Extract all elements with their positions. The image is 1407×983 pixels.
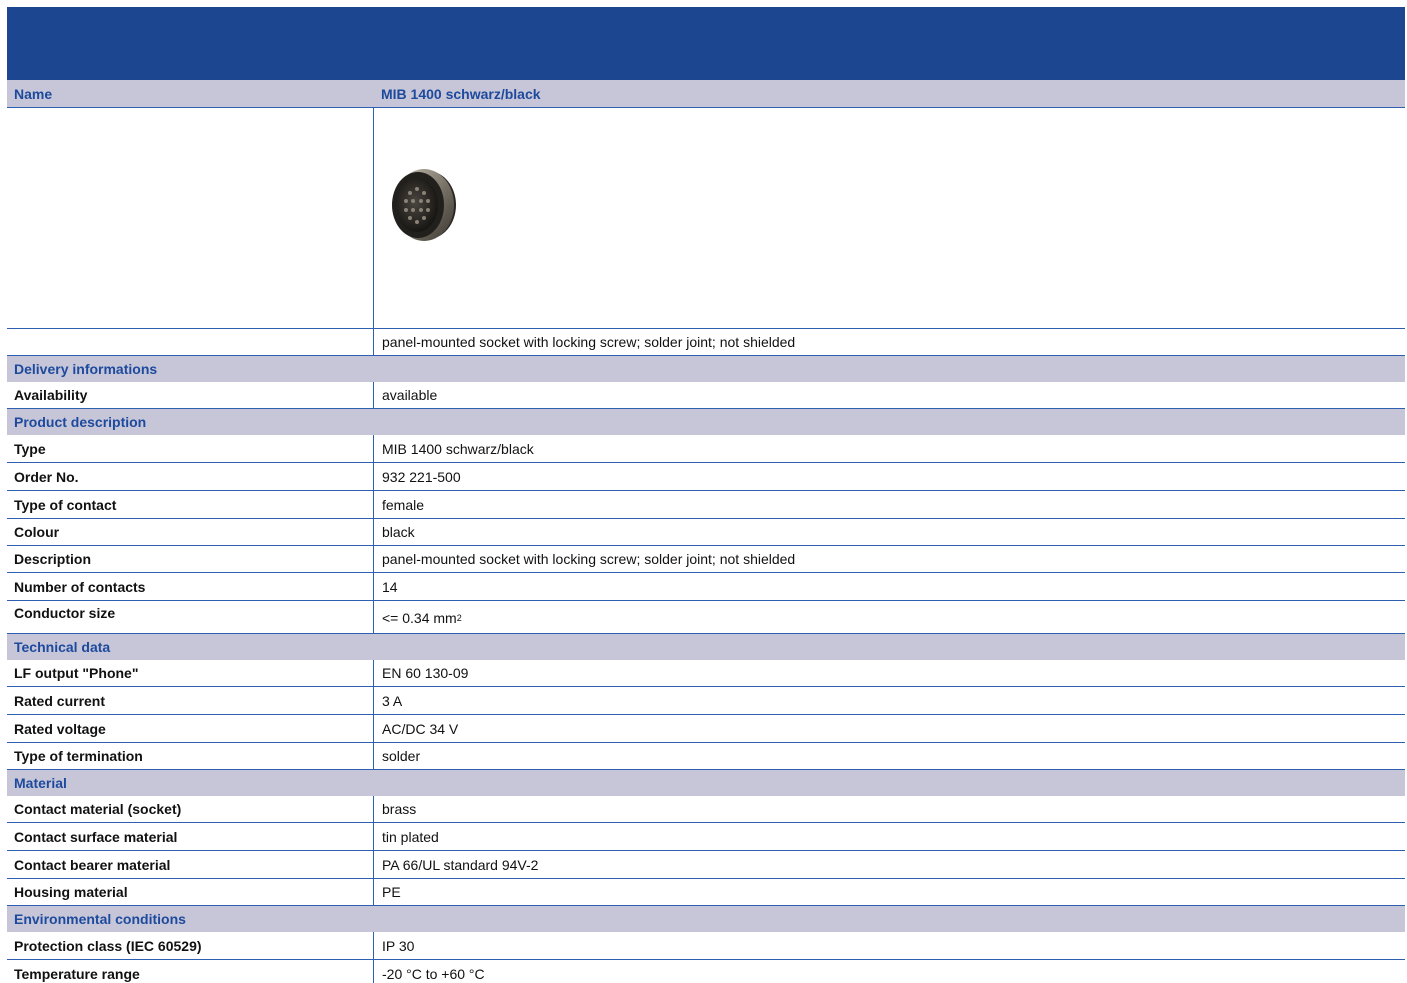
spec-label: Type of termination bbox=[14, 748, 143, 764]
spec-value: brass bbox=[373, 796, 1405, 822]
circular-connector-socket-image bbox=[392, 169, 456, 241]
datasheet-page: Name MIB 1400 schwarz/black panel-mounte… bbox=[0, 0, 1407, 983]
product-image-row bbox=[7, 108, 1405, 329]
spec-label: Contact bearer material bbox=[14, 856, 171, 873]
spec-row: Availability available bbox=[7, 382, 1405, 409]
spec-value: -20 °C to +60 °C bbox=[373, 960, 1405, 983]
section-environment: Environmental conditions bbox=[7, 906, 1405, 932]
spec-row: Order No. 932 221-500 bbox=[7, 463, 1405, 491]
spec-value: MIB 1400 schwarz/black bbox=[373, 435, 1405, 462]
spec-label: Contact surface material bbox=[14, 828, 178, 845]
spec-row: Type MIB 1400 schwarz/black bbox=[7, 435, 1405, 463]
spec-label: Availability bbox=[14, 387, 88, 403]
spec-value: solder bbox=[373, 743, 1405, 769]
spec-value: <= 0.34 mm 2 bbox=[373, 601, 1405, 633]
spec-label: Conductor size bbox=[14, 605, 116, 621]
section-material: Material bbox=[7, 770, 1405, 796]
spec-row: Type of termination solder bbox=[7, 743, 1405, 770]
spec-label: LF output "Phone" bbox=[14, 665, 139, 681]
spec-label: Number of contacts bbox=[14, 578, 146, 595]
spec-row: Description panel-mounted socket with lo… bbox=[7, 546, 1405, 573]
spec-value: panel-mounted socket with locking screw;… bbox=[373, 546, 1405, 572]
spec-label: Contact material (socket) bbox=[14, 801, 182, 817]
spec-row: Type of contact female bbox=[7, 491, 1405, 519]
name-row: Name MIB 1400 schwarz/black bbox=[7, 80, 1405, 108]
spec-row: LF output "Phone" EN 60 130-09 bbox=[7, 660, 1405, 687]
spec-label: Description bbox=[14, 551, 92, 567]
spec-label: Type bbox=[14, 440, 46, 457]
section-technical: Technical data bbox=[7, 634, 1405, 660]
section-product: Product description bbox=[7, 409, 1405, 435]
spec-row: Housing material PE bbox=[7, 879, 1405, 906]
section-delivery: Delivery informations bbox=[7, 356, 1405, 382]
spec-value: black bbox=[373, 519, 1405, 545]
spec-row: Contact surface material tin plated bbox=[7, 823, 1405, 851]
caption-label bbox=[7, 329, 373, 355]
image-caption-row: panel-mounted socket with locking screw;… bbox=[7, 329, 1405, 356]
spec-value: tin plated bbox=[373, 823, 1405, 850]
spec-value: IP 30 bbox=[373, 932, 1405, 959]
spec-value: available bbox=[373, 382, 1405, 408]
image-caption: panel-mounted socket with locking screw;… bbox=[373, 329, 1405, 355]
spec-label: Temperature range bbox=[14, 965, 140, 982]
spec-row: Rated voltage AC/DC 34 V bbox=[7, 715, 1405, 743]
spec-label: Type of contact bbox=[14, 496, 117, 513]
name-value: MIB 1400 schwarz/black bbox=[381, 85, 541, 102]
spec-row: Colour black bbox=[7, 519, 1405, 546]
spec-row: Protection class (IEC 60529) IP 30 bbox=[7, 932, 1405, 960]
spec-row: Temperature range -20 °C to +60 °C bbox=[7, 960, 1405, 983]
spec-label: Colour bbox=[14, 524, 60, 540]
spec-row: Number of contacts 14 bbox=[7, 573, 1405, 601]
spec-value: PA 66/UL standard 94V-2 bbox=[373, 851, 1405, 878]
spec-value: 3 A bbox=[373, 687, 1405, 714]
image-row-label bbox=[7, 108, 373, 328]
spec-value: AC/DC 34 V bbox=[373, 715, 1405, 742]
spec-value: 932 221-500 bbox=[373, 463, 1405, 490]
section-title: Technical data bbox=[14, 638, 111, 655]
spec-row: Contact material (socket) brass bbox=[7, 796, 1405, 823]
section-title: Product description bbox=[14, 413, 147, 430]
spec-row: Rated current 3 A bbox=[7, 687, 1405, 715]
product-image-cell bbox=[373, 108, 1405, 328]
header-band bbox=[7, 7, 1405, 80]
section-title: Delivery informations bbox=[14, 360, 158, 377]
spec-row: Contact bearer material PA 66/UL standar… bbox=[7, 851, 1405, 879]
name-label: Name bbox=[14, 85, 53, 102]
spec-label: Rated voltage bbox=[14, 720, 106, 737]
spec-row: Conductor size <= 0.34 mm 2 bbox=[7, 601, 1405, 634]
spec-value: female bbox=[373, 491, 1405, 518]
conductor-size-value: <= 0.34 mm bbox=[382, 610, 457, 626]
spec-label: Protection class (IEC 60529) bbox=[14, 937, 202, 954]
spec-label: Rated current bbox=[14, 692, 106, 709]
spec-value: PE bbox=[373, 879, 1405, 905]
spec-label: Order No. bbox=[14, 468, 79, 485]
datasheet-table: Name MIB 1400 schwarz/black panel-mounte… bbox=[7, 80, 1405, 983]
section-title: Environmental conditions bbox=[14, 910, 186, 927]
section-title: Material bbox=[14, 774, 67, 791]
spec-value: 14 bbox=[373, 573, 1405, 600]
spec-value: EN 60 130-09 bbox=[373, 660, 1405, 686]
spec-label: Housing material bbox=[14, 884, 128, 900]
